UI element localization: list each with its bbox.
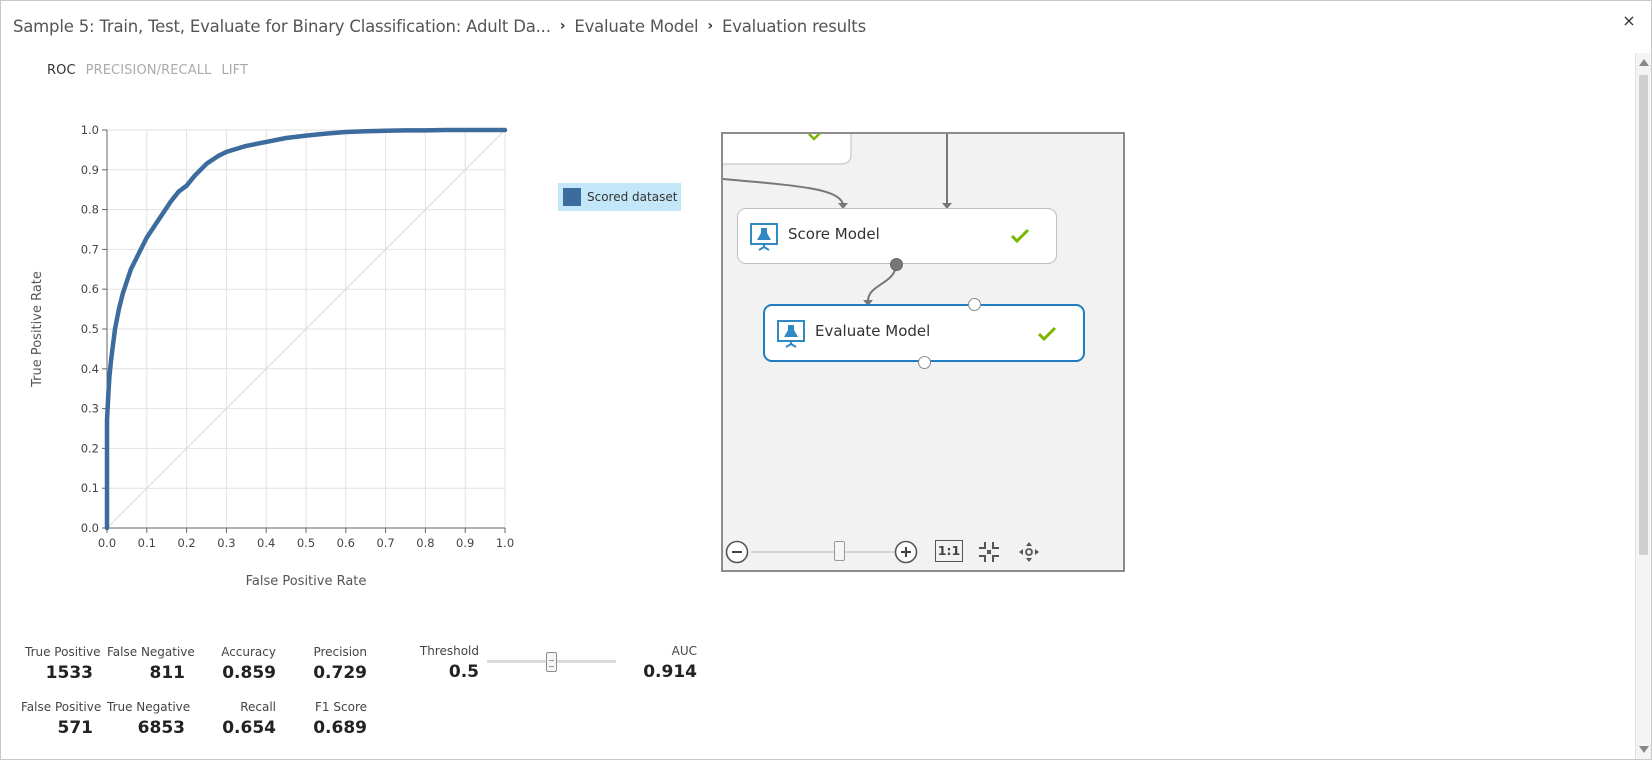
x-tick-label: 0.6 — [337, 536, 355, 550]
y-tick-label: 0.6 — [81, 282, 99, 296]
metrics-panel: True Positive 1533 False Negative 811 Ac… — [1, 637, 721, 747]
recall-metric: Recall 0.654 — [222, 700, 276, 738]
input-port[interactable] — [968, 298, 981, 311]
node-label: Score Model — [788, 225, 880, 243]
flask-icon — [750, 223, 778, 251]
y-tick-label: 0.5 — [81, 322, 99, 336]
accuracy-metric: Accuracy 0.859 — [221, 645, 276, 683]
threshold-slider-thumb[interactable] — [546, 652, 557, 672]
x-axis-label: False Positive Rate — [246, 574, 367, 589]
y-tick-label: 0.9 — [81, 163, 99, 177]
output-port[interactable] — [890, 258, 903, 271]
x-tick-label: 0.7 — [376, 536, 394, 550]
pan-icon[interactable] — [1017, 540, 1041, 564]
upstream-node[interactable] — [723, 134, 852, 165]
true-negative-metric: True Negative 6853 — [107, 700, 191, 738]
x-tick-label: 0.9 — [456, 536, 474, 550]
false-negative-metric: False Negative 811 — [107, 645, 195, 683]
x-tick-label: 0.2 — [177, 536, 195, 550]
chevron-right-icon: › — [559, 18, 566, 34]
chevron-right-icon: › — [707, 18, 713, 34]
y-tick-label: 0.4 — [81, 362, 99, 376]
x-tick-label: 0.0 — [98, 536, 116, 550]
y-tick-label: 0.7 — [81, 242, 99, 256]
evaluate-model-node[interactable]: Evaluate Model — [763, 304, 1085, 362]
tab-precision-recall[interactable]: PRECISION/RECALL — [86, 63, 212, 78]
y-tick-label: 0.8 — [81, 203, 99, 217]
scrollbar-thumb[interactable] — [1639, 75, 1648, 555]
legend-item-scored-dataset[interactable]: Scored dataset — [558, 183, 681, 211]
legend-label: Scored dataset — [587, 190, 678, 204]
true-positive-metric: True Positive 1533 — [25, 645, 101, 683]
vertical-scrollbar[interactable] — [1635, 53, 1651, 759]
output-port[interactable] — [918, 356, 931, 369]
score-model-node[interactable]: Score Model — [737, 208, 1057, 264]
zoom-slider-thumb[interactable] — [834, 541, 845, 561]
evaluation-results-window: Sample 5: Train, Test, Evaluate for Bina… — [0, 0, 1652, 760]
close-button[interactable]: × — [1621, 13, 1637, 29]
breadcrumb-experiment[interactable]: Sample 5: Train, Test, Evaluate for Bina… — [13, 17, 551, 36]
zoom-in-icon[interactable] — [894, 540, 918, 564]
y-tick-label: 0.0 — [81, 521, 99, 535]
scroll-up-icon[interactable] — [1639, 59, 1649, 66]
y-tick-label: 0.2 — [81, 441, 99, 455]
threshold-metric: Threshold 0.5 — [419, 644, 479, 682]
check-icon — [1037, 326, 1057, 342]
x-tick-label: 0.8 — [416, 536, 434, 550]
tab-lift[interactable]: LIFT — [221, 63, 248, 78]
auc-metric: AUC 0.914 — [643, 644, 697, 682]
y-tick-label: 0.3 — [81, 402, 99, 416]
chart-tabs: ROC PRECISION/RECALL LIFT — [47, 63, 248, 78]
breadcrumb-page: Evaluation results — [721, 16, 866, 36]
connection-line — [723, 178, 844, 205]
y-tick-label: 0.1 — [81, 481, 99, 495]
scroll-down-icon[interactable] — [1639, 746, 1649, 753]
roc-chart: 0.0 0.1 0.2 0.3 0.4 0.5 0.6 0.7 0.8 0.9 1.0 0.0 0.1 0… — [30, 123, 514, 589]
breadcrumb-module[interactable]: Evaluate Model — [574, 17, 698, 36]
workflow-canvas[interactable]: Score Model Evaluate Model 1:1 — [721, 132, 1125, 572]
y-tick-label: 1.0 — [81, 123, 99, 137]
node-label: Evaluate Model — [815, 322, 931, 340]
zoom-slider[interactable] — [751, 551, 913, 553]
threshold-slider[interactable] — [487, 652, 616, 672]
check-icon — [1010, 228, 1030, 244]
tab-roc[interactable]: ROC — [47, 63, 76, 78]
legend-swatch — [563, 188, 581, 206]
breadcrumb: Sample 5: Train, Test, Evaluate for Bina… — [13, 13, 866, 39]
fit-to-screen-icon[interactable] — [977, 540, 1001, 564]
x-tick-label: 1.0 — [496, 536, 514, 550]
x-tick-label: 0.1 — [138, 536, 156, 550]
f1-score-metric: F1 Score 0.689 — [313, 700, 367, 738]
precision-metric: Precision 0.729 — [313, 645, 367, 683]
x-tick-label: 0.5 — [297, 536, 315, 550]
x-tick-label: 0.3 — [217, 536, 235, 550]
x-tick-label: 0.4 — [257, 536, 275, 550]
flask-icon — [777, 320, 805, 348]
chart-ticks: 0.0 0.1 0.2 0.3 0.4 0.5 0.6 0.7 0.8 0.9 1.0 0.0 0.1 0… — [81, 123, 514, 550]
zoom-out-icon[interactable] — [725, 540, 749, 564]
canvas-toolbar: 1:1 — [723, 530, 1123, 570]
actual-size-button[interactable]: 1:1 — [935, 540, 963, 562]
false-positive-metric: False Positive 571 — [21, 700, 102, 738]
y-axis-label: True Positive Rate — [30, 271, 45, 388]
